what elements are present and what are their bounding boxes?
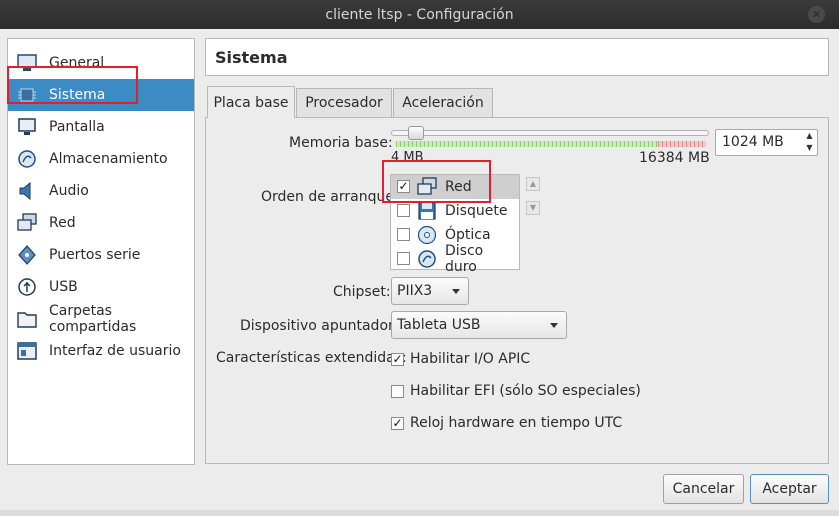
checkbox[interactable] <box>391 384 404 398</box>
window-bottom-edge <box>0 510 839 516</box>
sidebar-item-general[interactable]: General <box>8 47 194 79</box>
window-title: cliente ltsp - Configuración <box>325 6 514 23</box>
window-titlebar: cliente ltsp - Configuración ✕ <box>0 0 839 29</box>
checkbox-label: Reloj hardware en tiempo UTC <box>410 415 623 431</box>
ui-icon <box>17 341 37 361</box>
sidebar-item-label: General <box>49 55 105 71</box>
pointing-device-value: Tableta USB <box>397 317 481 333</box>
memory-safe-range <box>396 141 658 147</box>
chevron-down-icon <box>550 323 558 328</box>
tab-panel-placa-base <box>205 117 829 464</box>
general-icon <box>17 53 37 73</box>
sidebar-item-label: Puertos serie <box>49 247 141 263</box>
tab-label: Aceleración <box>402 95 484 111</box>
sidebar-item-label: Carpetas compartidas <box>49 303 137 335</box>
utc-clock-checkbox[interactable]: ✓ Reloj hardware en tiempo UTC <box>391 413 622 433</box>
boot-item-label: Óptica <box>445 227 491 243</box>
chip-icon <box>17 85 37 105</box>
memory-unsafe-range <box>658 141 706 147</box>
memory-value: 1024 MB <box>722 134 784 150</box>
serial-icon <box>17 245 37 265</box>
checkbox-label: Habilitar EFI (sólo SO especiales) <box>410 383 641 399</box>
sidebar-item-label: Pantalla <box>49 119 105 135</box>
io-apic-checkbox[interactable]: ✓ Habilitar I/O APIC <box>391 349 530 369</box>
boot-item-label: Disquete <box>445 203 508 219</box>
memory-slider-handle[interactable] <box>408 126 424 140</box>
page-title: Sistema <box>205 38 829 76</box>
chipset-value: PIIX3 <box>397 283 433 299</box>
checkbox[interactable]: ✓ <box>391 416 404 430</box>
tab-label: Placa base <box>213 94 289 111</box>
memory-min-label: 4 MB <box>391 150 424 165</box>
sidebar-item-audio[interactable]: Audio <box>8 175 194 207</box>
sidebar-item-label: Interfaz de usuario <box>49 343 181 359</box>
pointing-device-select[interactable]: Tableta USB <box>391 311 567 339</box>
tab-aceleracion[interactable]: Aceleración <box>393 88 493 117</box>
boot-checkbox[interactable] <box>397 228 410 241</box>
tab-label: Procesador <box>305 95 383 111</box>
move-down-icon[interactable]: ▼ <box>526 201 540 215</box>
sidebar-item-almacenamiento[interactable]: Almacenamiento <box>8 143 194 175</box>
chevron-down-icon <box>452 289 460 294</box>
cancel-button[interactable]: Cancelar <box>663 474 744 504</box>
network-icon <box>417 177 437 197</box>
tab-procesador[interactable]: Procesador <box>296 88 392 117</box>
sidebar-item-puertos-serie[interactable]: Puertos serie <box>8 239 194 271</box>
boot-checkbox[interactable] <box>397 204 410 217</box>
efi-checkbox[interactable]: Habilitar EFI (sólo SO especiales) <box>391 381 641 401</box>
close-icon[interactable]: ✕ <box>808 6 825 23</box>
memory-spin-buttons[interactable]: ▲ ▼ <box>802 130 817 155</box>
boot-checkbox[interactable]: ✓ <box>397 180 410 193</box>
sidebar-item-sistema[interactable]: Sistema <box>8 79 194 111</box>
floppy-icon <box>417 201 437 221</box>
memory-max-label: 16384 MB <box>639 150 710 166</box>
sidebar-item-usb[interactable]: USB <box>8 271 194 303</box>
boot-order-list[interactable]: ✓ Red Disquete Óptica Disco duro <box>390 174 520 275</box>
spin-up-icon[interactable]: ▲ <box>802 130 817 142</box>
sidebar-item-pantalla[interactable]: Pantalla <box>8 111 194 143</box>
checkbox-label: Habilitar I/O APIC <box>410 351 531 367</box>
accept-button[interactable]: Aceptar <box>750 474 829 504</box>
chipset-select[interactable]: PIIX3 <box>391 277 469 305</box>
boot-item-label: Disco duro <box>445 243 484 275</box>
sidebar-item-carpetas-compartidas[interactable]: Carpetas compartidas <box>8 303 194 335</box>
boot-item-red[interactable]: ✓ Red <box>391 175 519 199</box>
memory-label: Memoria base: <box>289 135 393 151</box>
boot-item-disquete[interactable]: Disquete <box>391 199 519 223</box>
boot-item-disco-duro[interactable]: Disco duro <box>391 243 519 275</box>
boot-order-label: Orden de arranque: <box>261 189 399 205</box>
monitor-icon <box>17 117 37 137</box>
sidebar-item-label: Red <box>49 215 76 231</box>
boot-checkbox[interactable] <box>397 252 410 265</box>
sidebar-item-label: Sistema <box>49 87 106 103</box>
audio-icon <box>17 181 37 201</box>
memory-slider-track[interactable] <box>391 130 709 136</box>
settings-sidebar: General Sistema Pantalla Almacenamiento … <box>7 38 195 465</box>
pointing-device-label: Dispositivo apuntador: <box>240 318 399 334</box>
sidebar-item-label: Almacenamiento <box>49 151 168 167</box>
page-title-text: Sistema <box>215 47 288 67</box>
tab-placa-base[interactable]: Placa base <box>207 86 295 118</box>
extended-features-label: Características extendidas: <box>216 350 407 366</box>
sidebar-item-label: Audio <box>49 183 89 199</box>
boot-item-label: Red <box>445 179 472 195</box>
cancel-button-label: Cancelar <box>672 481 735 497</box>
checkbox[interactable]: ✓ <box>391 352 404 366</box>
usb-icon <box>17 277 37 297</box>
sidebar-item-label: USB <box>49 279 78 295</box>
move-up-icon[interactable]: ▲ <box>526 177 540 191</box>
network-icon <box>17 213 37 233</box>
accept-button-label: Aceptar <box>762 481 817 497</box>
optical-icon <box>417 225 437 245</box>
spin-down-icon[interactable]: ▼ <box>802 142 817 154</box>
settings-window: General Sistema Pantalla Almacenamiento … <box>0 29 839 516</box>
sidebar-item-interfaz-de-usuario[interactable]: Interfaz de usuario <box>8 335 194 367</box>
memory-spinbox[interactable]: 1024 MB ▲ ▼ <box>715 129 818 156</box>
chipset-label: Chipset: <box>333 284 391 300</box>
sidebar-item-red[interactable]: Red <box>8 207 194 239</box>
folder-icon <box>17 309 37 329</box>
storage-icon <box>17 149 37 169</box>
hard-disk-icon <box>417 249 437 269</box>
